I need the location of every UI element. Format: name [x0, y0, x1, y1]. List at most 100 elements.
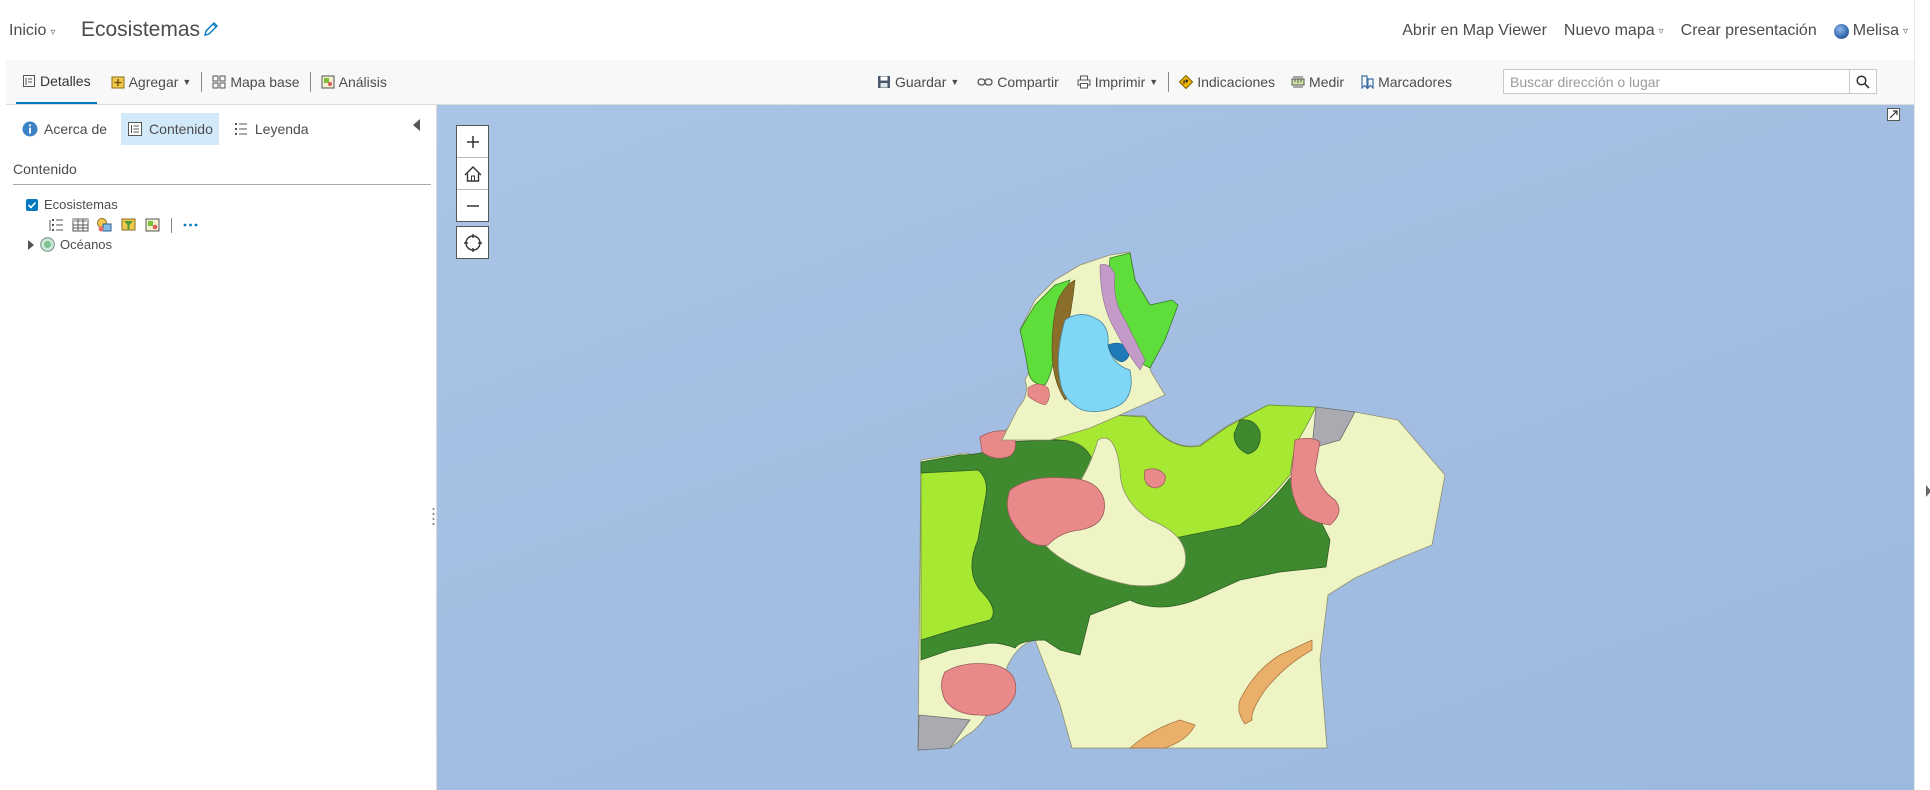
search-input[interactable]	[1504, 70, 1856, 93]
home-label: Inicio	[9, 22, 47, 39]
page-scrollbar[interactable]	[1914, 0, 1930, 790]
toolbar-divider	[309, 72, 311, 92]
new-map-menu[interactable]: Nuevo mapa ▿	[1564, 22, 1664, 40]
user-avatar	[1833, 23, 1849, 39]
directions-sign-icon	[1179, 75, 1194, 89]
app-header: Inicio ▿ Ecosistemas Abrir en Map Viewer …	[0, 0, 1930, 60]
layer-row-ecosistemas: Ecosistemas	[26, 197, 118, 212]
fullscreen-expand-icon[interactable]	[1887, 108, 1900, 121]
zoom-out-button[interactable]	[457, 190, 488, 221]
tab-content[interactable]: Contenido	[121, 113, 219, 145]
layer-visibility-checkbox[interactable]	[26, 198, 38, 211]
section-divider	[13, 184, 431, 185]
printer-icon	[1077, 75, 1091, 89]
show-legend-icon[interactable]	[48, 217, 65, 233]
ecosystem-map-canvas	[917, 251, 1446, 751]
user-menu[interactable]: Melisa ▿	[1833, 22, 1908, 40]
new-map-label: Nuevo mapa	[1563, 22, 1655, 39]
share-label: Compartir	[997, 74, 1059, 90]
basemap-button[interactable]: Mapa base	[206, 60, 305, 104]
details-label: Detalles	[40, 73, 91, 89]
top-nav: Abrir en Map Viewer Nuevo mapa ▿ Crear pr…	[1402, 22, 1908, 40]
chevron-down-icon: ▿	[1902, 25, 1908, 37]
tab-about-label: Acerca de	[44, 121, 108, 137]
create-presentation-link[interactable]: Crear presentación	[1681, 22, 1817, 40]
perform-analysis-icon[interactable]	[144, 217, 161, 233]
tab-legend[interactable]: Leyenda	[227, 113, 315, 145]
search-button[interactable]	[1849, 70, 1876, 93]
chevron-down-icon: ▿	[1658, 25, 1664, 37]
content-panel: Acerca de Contenido Leyenda Contenido Ec…	[6, 105, 437, 790]
search-icon	[1856, 74, 1870, 89]
open-map-viewer-link[interactable]: Abrir en Map Viewer	[1402, 22, 1547, 40]
add-layer-icon	[111, 76, 125, 89]
locate-crosshair-icon	[463, 233, 482, 252]
land-salmon-3	[1144, 468, 1166, 489]
map-title: Ecosistemas	[81, 18, 201, 41]
more-options-icon[interactable]	[182, 217, 199, 233]
directions-label: Indicaciones	[1197, 74, 1276, 90]
measure-label: Medir	[1309, 74, 1345, 90]
home-icon	[464, 165, 481, 182]
layer-row-oceanos: Océanos	[28, 237, 112, 252]
analysis-button[interactable]: Análisis	[315, 60, 393, 104]
bookmarks-icon	[1361, 75, 1374, 89]
home-menu[interactable]: Inicio ▿	[9, 22, 55, 40]
attribute-table-icon[interactable]	[72, 217, 89, 233]
content-section-title: Contenido	[13, 161, 77, 177]
save-button[interactable]: Guardar ▼	[871, 60, 965, 104]
open-map-viewer-label: Abrir en Map Viewer	[1402, 22, 1547, 39]
add-button[interactable]: Agregar ▼	[105, 60, 198, 104]
measure-button[interactable]: Medir	[1285, 60, 1350, 104]
details-button[interactable]: Detalles	[16, 60, 97, 104]
share-button[interactable]: Compartir	[971, 60, 1064, 104]
tab-content-label: Contenido	[149, 121, 213, 137]
checkmark-icon	[27, 201, 37, 209]
home-extent-button[interactable]	[457, 158, 488, 190]
scroll-arrow-icon	[1926, 485, 1930, 497]
user-name: Melisa	[1852, 22, 1899, 39]
plus-icon	[466, 135, 479, 148]
map-view[interactable]	[437, 105, 1914, 790]
toolbar-divider	[1168, 72, 1170, 92]
basemap-layer-icon	[40, 237, 55, 252]
basemap-grid-icon	[212, 75, 226, 89]
address-search	[1503, 69, 1877, 94]
save-disk-icon	[878, 76, 890, 88]
caret-down-icon: ▼	[1149, 77, 1159, 87]
map-toolbar: Detalles Agregar ▼ Mapa base Análisis Gua…	[6, 60, 1914, 105]
create-presentation-label: Crear presentación	[1680, 22, 1817, 39]
details-icon	[23, 75, 35, 87]
content-list-icon	[128, 122, 143, 136]
toolbar-divider	[201, 72, 203, 92]
expand-arrow-icon[interactable]	[28, 239, 34, 250]
land-salmon-5	[941, 663, 1017, 716]
legend-list-icon	[234, 123, 247, 135]
filter-icon[interactable]	[120, 217, 137, 233]
zoom-in-button[interactable]	[457, 126, 488, 158]
add-label: Agregar	[128, 74, 179, 90]
tab-about[interactable]: Acerca de	[16, 113, 113, 145]
analysis-label: Análisis	[338, 74, 387, 90]
edit-pencil-icon[interactable]	[202, 20, 220, 38]
caret-down-icon: ▼	[182, 77, 192, 87]
tab-legend-label: Leyenda	[254, 121, 309, 137]
analysis-icon	[321, 75, 335, 89]
locate-button[interactable]	[456, 226, 489, 259]
layer-tools	[48, 217, 199, 233]
caret-down-icon: ▼	[950, 77, 960, 87]
chevron-down-icon: ▿	[50, 27, 56, 38]
print-label: Imprimir	[1094, 74, 1146, 90]
change-style-icon[interactable]	[96, 217, 113, 233]
measure-ruler-icon	[1291, 76, 1305, 88]
save-label: Guardar	[895, 74, 947, 90]
minus-icon	[466, 204, 479, 207]
bookmarks-button[interactable]: Marcadores	[1354, 60, 1458, 104]
tools-divider	[171, 217, 172, 233]
layer-name[interactable]: Ecosistemas	[44, 197, 118, 212]
panel-resize-handle[interactable]	[432, 505, 435, 531]
collapse-panel-icon[interactable]	[413, 119, 420, 131]
print-button[interactable]: Imprimir ▼	[1071, 60, 1164, 104]
directions-button[interactable]: Indicaciones	[1173, 60, 1281, 104]
layer-name[interactable]: Océanos	[60, 237, 112, 252]
